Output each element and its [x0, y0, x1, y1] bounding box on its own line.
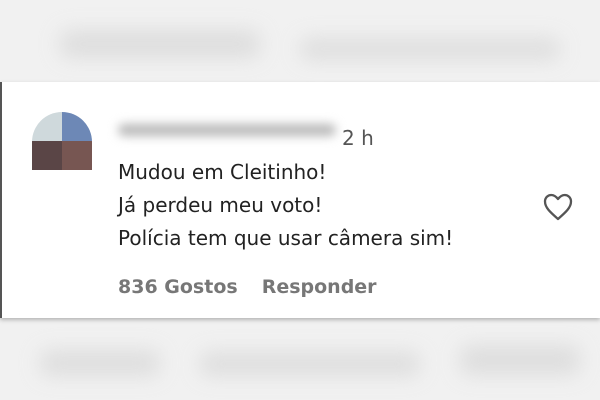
username-redacted[interactable]	[118, 124, 336, 136]
blurred-background-content	[40, 350, 160, 376]
comment-line: Já perdeu meu voto!	[118, 193, 323, 217]
blurred-background-content	[460, 345, 580, 375]
screenshot-page: 2 h Mudou em Cleitinho! Já perdeu meu vo…	[0, 0, 600, 400]
comment-timestamp: 2 h	[342, 126, 374, 150]
avatar-pixel	[32, 112, 62, 141]
comment-actions: 836 Gostos Responder	[118, 276, 377, 298]
avatar-pixel	[32, 141, 62, 170]
comment-line: Mudou em Cleitinho!	[118, 160, 327, 184]
avatar-pixel	[62, 141, 92, 170]
avatar-pixel	[62, 112, 92, 141]
avatar[interactable]	[32, 112, 92, 170]
blurred-background-content	[200, 352, 420, 376]
comment-card: 2 h Mudou em Cleitinho! Já perdeu meu vo…	[0, 82, 600, 318]
comment-line: Polícia tem que usar câmera sim!	[118, 226, 454, 250]
comment-text: Mudou em Cleitinho! Já perdeu meu voto! …	[118, 156, 453, 255]
blurred-background-content	[300, 38, 560, 60]
reply-button[interactable]: Responder	[262, 276, 377, 298]
blurred-background-content	[60, 30, 260, 58]
heart-icon[interactable]	[542, 192, 574, 222]
likes-count[interactable]: 836 Gostos	[118, 276, 238, 298]
